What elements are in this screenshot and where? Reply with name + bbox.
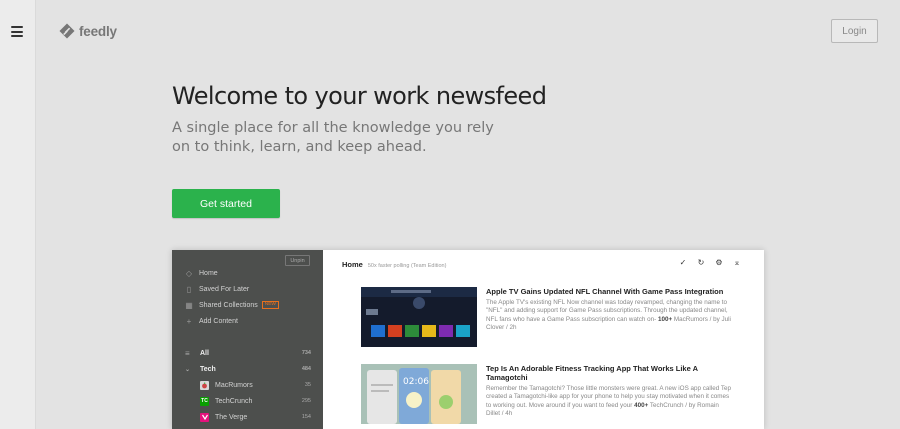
feed-label: The Verge	[215, 413, 248, 421]
page-subtitle: A single place for all the knowledge you…	[172, 120, 494, 155]
login-button[interactable]: Login	[831, 19, 878, 43]
preview-header: Home 50x faster polling (Team Edition)	[342, 260, 446, 269]
article-summary: The Apple TV's existing NFL Now channel …	[486, 299, 731, 333]
feed-macrumors[interactable]: MacRumors 35	[185, 379, 311, 391]
chevron-down-icon: ⌄	[185, 366, 191, 373]
article-title[interactable]: Apple TV Gains Updated NFL Channel With …	[486, 287, 731, 296]
article-body: Tep Is An Adorable Fitness Tracking App …	[486, 364, 731, 419]
feed-techcrunch[interactable]: TC TechCrunch 295	[185, 395, 311, 407]
feedly-logo-icon	[59, 23, 75, 39]
article-card[interactable]: 02:06 Tep Is An Adorable Fitness Trackin…	[361, 364, 751, 426]
bookmark-icon: ▯	[186, 284, 192, 294]
feed-subtitle: 50x faster polling (Team Edition)	[367, 263, 447, 269]
article-title[interactable]: Tep Is An Adorable Fitness Tracking App …	[486, 364, 731, 382]
sidebar-item-home[interactable]: ◇ Home	[185, 267, 218, 279]
collapse-up-icon[interactable]: ⌅	[728, 258, 746, 267]
sidebar-item-label: Saved For Later	[199, 285, 250, 293]
unread-count: 734	[301, 350, 311, 356]
unpin-button[interactable]: Unpin	[285, 255, 310, 266]
feed-category-tech[interactable]: ⌄ Tech 484	[185, 363, 311, 375]
feed-all[interactable]: ≡ All 734	[185, 347, 311, 359]
article-thumbnail	[361, 287, 477, 347]
unread-count: 295	[301, 398, 311, 404]
sidebar-item-label: Add Content	[199, 317, 238, 325]
feed-label: All	[200, 349, 209, 357]
article-engagement-count: 400+	[634, 401, 649, 409]
plus-icon: +	[186, 316, 192, 326]
unread-count: 154	[301, 414, 311, 420]
preview-toolbar: ✓ ↻ ⚙ ⌅	[674, 258, 746, 267]
grid-icon: ▦	[185, 300, 193, 310]
page-title: Welcome to your work newsfeed	[172, 82, 547, 110]
preview-main: Home 50x faster polling (Team Edition) ✓…	[323, 250, 764, 429]
article-engagement-count: 100+	[657, 315, 673, 323]
techcrunch-favicon: TC	[200, 396, 209, 406]
sidebar-item-label: Home	[199, 269, 218, 277]
sidebar-item-shared-collections[interactable]: ▦ Shared Collections NEW	[185, 299, 279, 311]
list-icon: ≡	[185, 348, 190, 358]
app-preview: Unpin ◇ Home ▯ Saved For Later ▦ Shared …	[172, 250, 764, 429]
left-rail	[0, 0, 36, 429]
article-summary: Remember the Tamagotchi? Those little mo…	[486, 385, 731, 419]
get-started-button[interactable]: Get started	[172, 189, 280, 218]
home-icon: ◇	[185, 268, 193, 278]
gear-icon[interactable]: ⚙	[710, 258, 728, 267]
refresh-icon[interactable]: ↻	[692, 258, 710, 267]
feed-label: TechCrunch	[215, 397, 253, 405]
hamburger-menu-icon[interactable]	[11, 26, 23, 37]
feed-label: MacRumors	[215, 381, 253, 389]
sidebar-item-saved[interactable]: ▯ Saved For Later	[185, 283, 249, 295]
feed-title: Home	[342, 260, 363, 269]
feed-the-verge[interactable]: The Verge 154	[185, 411, 311, 423]
macrumors-favicon	[200, 380, 209, 390]
feed-label: Tech	[200, 365, 216, 373]
new-badge: NEW	[261, 301, 279, 309]
verge-favicon	[200, 412, 209, 422]
unread-count: 35	[304, 382, 311, 388]
mark-read-check-icon[interactable]: ✓	[674, 258, 692, 267]
sidebar-item-add-content[interactable]: + Add Content	[185, 315, 238, 327]
article-thumbnail: 02:06	[361, 364, 477, 424]
logo-text: feedly	[79, 23, 117, 39]
feedly-logo[interactable]: feedly	[58, 22, 117, 40]
article-body: Apple TV Gains Updated NFL Channel With …	[486, 287, 731, 333]
preview-sidebar: Unpin ◇ Home ▯ Saved For Later ▦ Shared …	[172, 250, 323, 429]
unread-count: 484	[301, 366, 311, 372]
thumbnail-time-text: 02:06	[403, 377, 429, 387]
sidebar-item-label: Shared Collections	[199, 301, 258, 309]
article-card[interactable]: Apple TV Gains Updated NFL Channel With …	[361, 287, 751, 349]
